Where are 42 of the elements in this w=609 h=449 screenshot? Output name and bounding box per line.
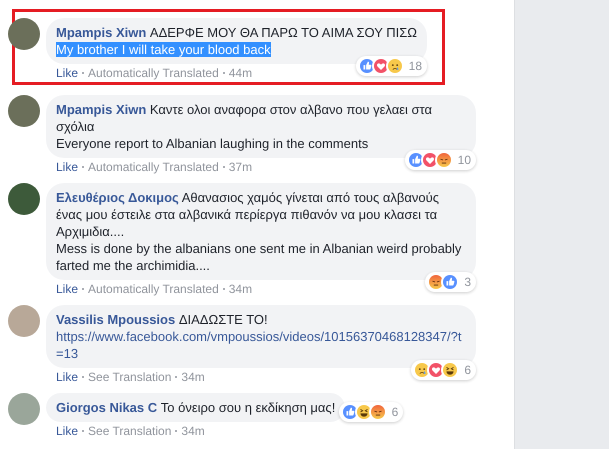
- video-link[interactable]: https://www.facebook.com/vmpoussios/videos/10156370468128347/?t=13: [56, 328, 466, 362]
- timestamp[interactable]: 34m: [181, 370, 205, 384]
- like-link[interactable]: Like: [56, 66, 78, 80]
- reactions-badge[interactable]: 6: [338, 402, 404, 422]
- translation-link[interactable]: Automatically Translated: [88, 66, 219, 80]
- author-link[interactable]: Ελευθέριος Δοκιμος: [56, 190, 179, 205]
- reactions-badge[interactable]: 3: [425, 272, 476, 292]
- haha-reaction-icon: [441, 361, 460, 379]
- translated-text: My brother I will take your blood back: [56, 42, 271, 57]
- avatar[interactable]: [8, 95, 40, 127]
- timestamp[interactable]: 34m: [181, 424, 205, 438]
- like-link[interactable]: Like: [56, 370, 78, 384]
- comment-text: Ελευθέριος Δοκιμος Αθανασιος χαμός γίνεται από τους αλβανούς ένας μου έστειλε στα αλβανικά περίεργα πιθανόν να μου κλασει τα Αρχιμιδια....: [56, 189, 440, 240]
- author-link[interactable]: Giorgos Nikas C: [56, 400, 158, 415]
- like-link[interactable]: Like: [56, 424, 78, 438]
- translated-text: Mess is done by the albanians one sent me in Albanian weird probably farted me the archimidia....: [56, 241, 462, 273]
- reactions-badge[interactable]: 18: [356, 56, 428, 76]
- translation-link[interactable]: Automatically Translated: [88, 282, 219, 296]
- like-link[interactable]: Like: [56, 282, 78, 296]
- avatar[interactable]: [8, 18, 40, 50]
- avatar[interactable]: [8, 183, 40, 215]
- angry-reaction-icon: [368, 403, 387, 421]
- comment-text: Vassilis Mpoussios ΔΙΑΔΩΣΤΕ ΤΟ!: [56, 311, 269, 328]
- author-link[interactable]: Vassilis Mpoussios: [56, 312, 176, 327]
- translation-link[interactable]: Automatically Translated: [88, 160, 219, 174]
- translated-text: Everyone report to Albanian laughing in the comments: [56, 136, 368, 151]
- comment-text: Mpampis Xiwn Καντε ολοι αναφορα στον αλβανο που γελαει στα σχόλια: [56, 101, 434, 135]
- angry-reaction-icon: [434, 151, 453, 169]
- comment-text: Giorgos Nikas C Το όνειρο σου η εκδίκηση μας!: [56, 399, 336, 416]
- reactions-badge[interactable]: 6: [411, 360, 476, 380]
- author-link[interactable]: Mpampis Xiwn: [56, 25, 146, 40]
- like-reaction-icon: [441, 273, 460, 291]
- timestamp[interactable]: 44m: [228, 66, 252, 80]
- comment-text: Mpampis Xiwn ΑΔΕΡΦΕ ΜΟΥ ΘΑ ΠΑΡΩ ΤΟ ΑΙΜΑ ΣΟΥ ΠΙΣΩ: [56, 24, 418, 41]
- timestamp[interactable]: 34m: [228, 282, 252, 296]
- translation-link[interactable]: See Translation: [88, 370, 172, 384]
- like-link[interactable]: Like: [56, 160, 78, 174]
- sad-reaction-icon: [386, 57, 404, 75]
- reactions-badge[interactable]: 10: [404, 150, 476, 170]
- author-link[interactable]: Mpampis Xiwn: [56, 102, 146, 117]
- timestamp[interactable]: 37m: [228, 160, 252, 174]
- translation-link[interactable]: See Translation: [88, 424, 172, 438]
